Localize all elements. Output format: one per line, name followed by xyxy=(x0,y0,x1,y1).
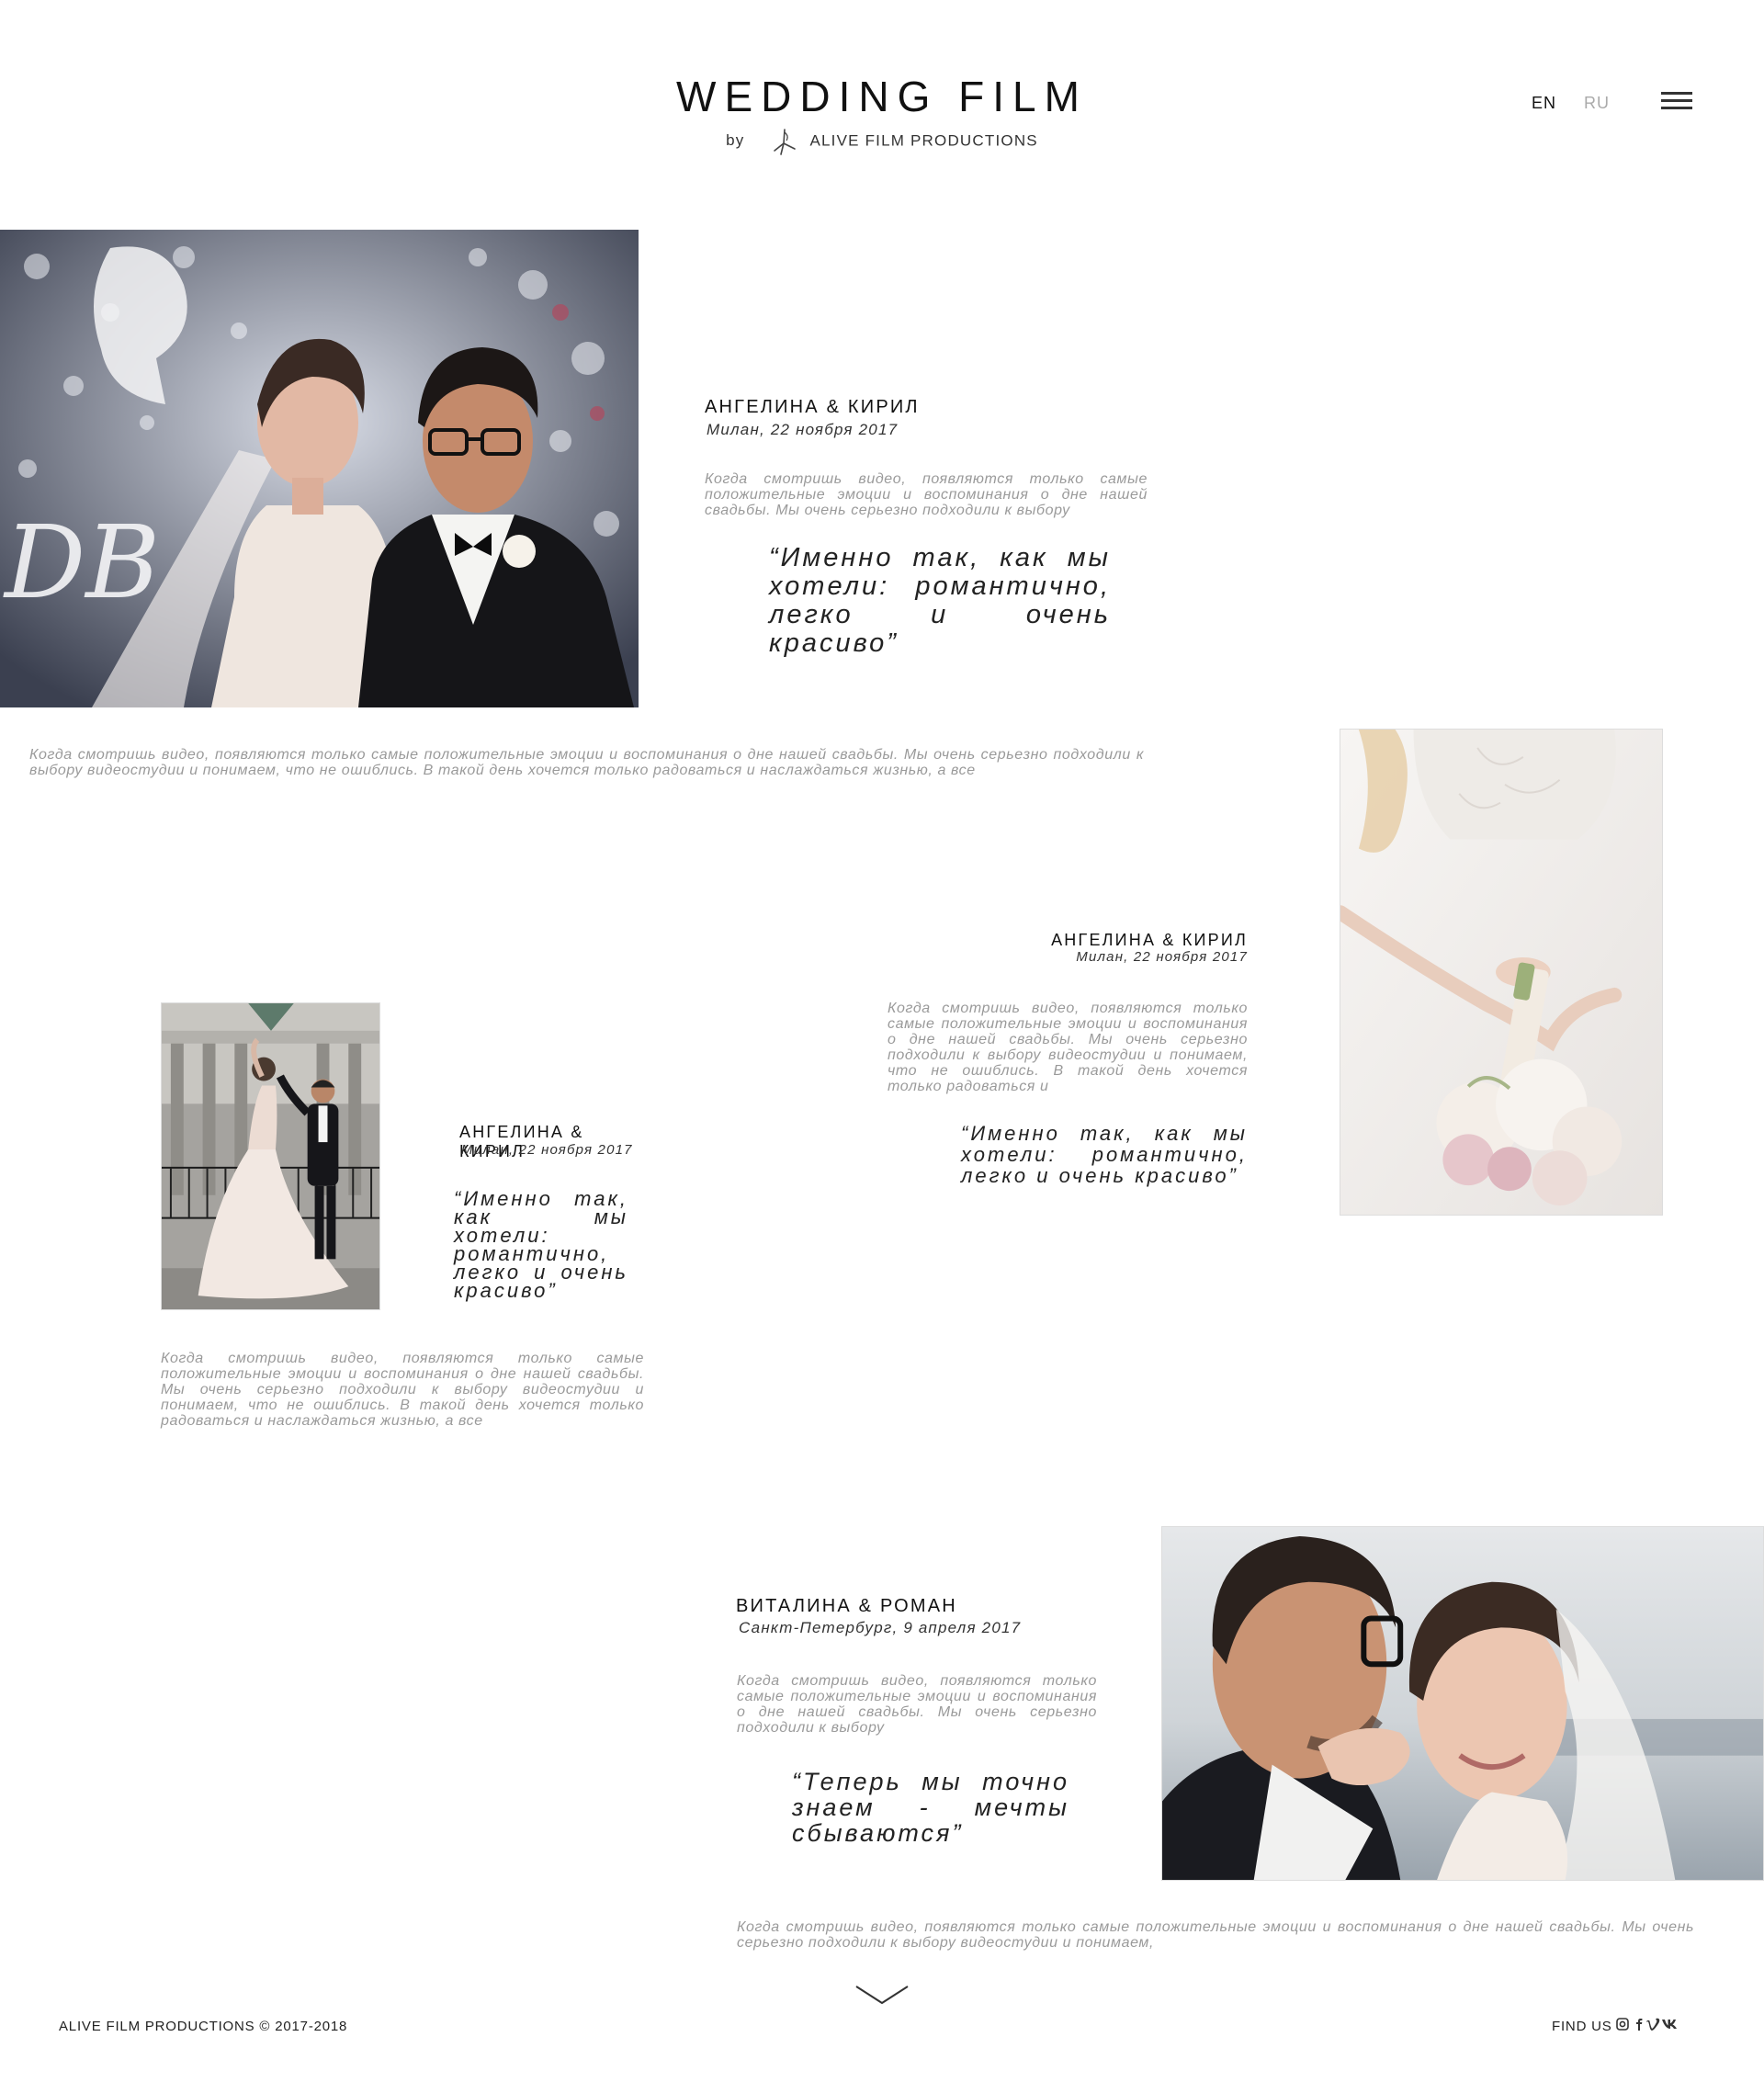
footer-copyright: ALIVE FILM PRODUCTIONS © 2017-2018 xyxy=(59,2019,348,2034)
story-1-body: Когда смотришь видео, появляются только … xyxy=(705,471,1148,518)
story-2-body: Когда смотришь видео, появляются только … xyxy=(888,1001,1248,1094)
bouquet-photo[interactable] xyxy=(1340,729,1663,1216)
story-3-quote: “Именно так, как мы хотели: романтично, … xyxy=(454,1187,628,1302)
couple-photo-1[interactable]: DB xyxy=(0,230,639,707)
story-4-date: Санкт-Петербург, 9 апреля 2017 xyxy=(739,1619,1022,1636)
scroll-down-chevron-icon[interactable] xyxy=(854,1983,910,2007)
by-label: by xyxy=(726,131,745,150)
company-logo-icon xyxy=(770,127,799,156)
story-3-body: Когда смотришь видео, появляются только … xyxy=(161,1351,644,1429)
story-1-date: Милан, 22 ноября 2017 xyxy=(707,421,899,438)
story-1-quote: “Именно так, как мы хотели: романтично, … xyxy=(769,543,1111,658)
story-3-date: Милан, 22 ноября 2017 xyxy=(461,1142,633,1158)
story-1-couple-name: АНГЕЛИНА & КИРИЛ xyxy=(705,397,920,417)
svg-text:DB: DB xyxy=(3,504,160,621)
site-subtitle: by ALIVE FILM PRODUCTIONS xyxy=(588,127,1176,156)
footer-find-us: FIND US xyxy=(1552,2019,1612,2034)
lang-ru-link[interactable]: RU xyxy=(1584,94,1610,113)
facebook-icon[interactable] xyxy=(1632,2017,1646,2031)
story-2-date: Милан, 22 ноября 2017 xyxy=(1076,949,1248,965)
story-2-couple-name: АНГЕЛИНА & КИРИЛ xyxy=(1051,931,1248,949)
story-4-quote: “Теперь мы точно знаем - мечты сбываются… xyxy=(792,1768,1069,1847)
vk-icon[interactable] xyxy=(1661,2017,1681,2031)
lang-en-link[interactable]: EN xyxy=(1532,94,1556,113)
site-title[interactable]: WEDDING FILM xyxy=(588,72,1176,121)
story-2-quote: “Именно так, как мы хотели: романтично, … xyxy=(961,1122,1248,1187)
story-4-couple-name: ВИТАЛИНА & РОМАН xyxy=(736,1596,957,1616)
instagram-icon[interactable] xyxy=(1615,2017,1630,2031)
couple-photo-4[interactable] xyxy=(1161,1526,1764,1881)
company-name: ALIVE FILM PRODUCTIONS xyxy=(809,131,1038,150)
hamburger-menu-icon[interactable] xyxy=(1661,92,1692,112)
story-1-wide-text: Когда смотришь видео, появляются только … xyxy=(29,747,1144,778)
dancing-couple-photo[interactable] xyxy=(161,1002,380,1310)
story-4-body: Когда смотришь видео, появляются только … xyxy=(737,1673,1097,1736)
story-4-wide-text: Когда смотришь видео, появляются только … xyxy=(737,1919,1694,1951)
vimeo-icon[interactable] xyxy=(1645,2017,1660,2031)
